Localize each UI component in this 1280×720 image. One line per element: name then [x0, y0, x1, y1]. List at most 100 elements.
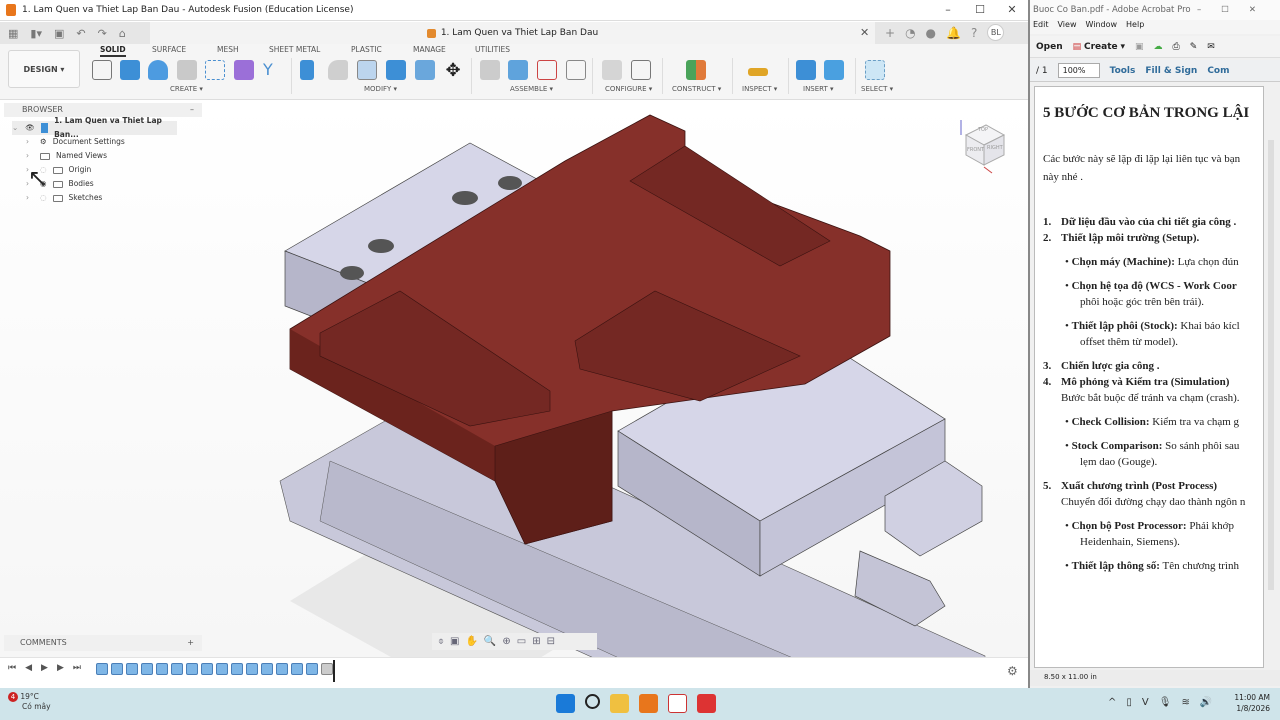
chevron-down-icon[interactable]: ⌄ — [12, 121, 19, 135]
group-configure[interactable]: CONFIGURE ▾ — [605, 85, 652, 93]
press-pull-icon[interactable] — [300, 60, 314, 80]
comments-panel[interactable]: COMMENTS + — [4, 635, 202, 651]
look-at-icon[interactable]: ▣ — [450, 636, 459, 647]
app-taskbar-icon[interactable] — [697, 694, 716, 713]
fill-sign-button[interactable]: Fill & Sign — [1145, 66, 1197, 76]
timeline-settings-icon[interactable]: ⚙ — [1007, 664, 1018, 678]
insert-derive-icon[interactable] — [796, 60, 816, 80]
tab-utilities[interactable]: UTILITIES — [475, 45, 510, 54]
hole-icon[interactable] — [177, 60, 197, 80]
workspace-switcher[interactable]: DESIGN ▾ — [8, 50, 80, 88]
open-button[interactable]: Open — [1036, 42, 1063, 52]
move-icon[interactable]: ✥ — [443, 60, 463, 81]
pattern-icon[interactable] — [205, 60, 225, 80]
viewcube-front[interactable]: FRONT — [967, 147, 984, 153]
eye-hidden-icon[interactable]: ◌ — [40, 191, 47, 205]
group-create[interactable]: CREATE ▾ — [170, 85, 203, 93]
save-icon[interactable]: ▣ — [1135, 42, 1144, 52]
group-construct[interactable]: CONSTRUCT ▾ — [672, 85, 721, 93]
eye-icon[interactable]: 👁 — [25, 121, 35, 135]
fillet-icon[interactable] — [328, 60, 348, 80]
revolve-icon[interactable] — [148, 60, 168, 80]
tab-mesh[interactable]: MESH — [217, 45, 239, 54]
group-insert[interactable]: INSERT ▾ — [803, 85, 834, 93]
help-icon[interactable]: ? — [971, 26, 977, 40]
browser-root[interactable]: ⌄ 👁 1. Lam Quen va Thiet Lap Ban... — [12, 116, 177, 139]
bom-icon[interactable] — [566, 60, 586, 80]
browser-item-sketches[interactable]: › ◌ Sketches — [12, 191, 177, 205]
group-inspect[interactable]: INSPECT ▾ — [742, 85, 777, 93]
clock[interactable]: 11:00 AM 1/8/2026 — [1226, 692, 1270, 714]
joint-icon[interactable] — [480, 60, 500, 80]
viewcube-top[interactable]: TOP — [978, 127, 988, 133]
apps-grid-icon[interactable]: ▦ — [8, 27, 18, 40]
fit-icon[interactable]: ⊕ — [502, 636, 510, 647]
save-icon[interactable]: ▣ — [54, 27, 64, 40]
new-tab-icon[interactable]: + — [885, 26, 895, 40]
create-sketch-icon[interactable] — [92, 60, 112, 80]
menu-help[interactable]: Help — [1126, 20, 1144, 34]
close-button[interactable]: ✕ — [996, 0, 1028, 20]
file-explorer-icon[interactable] — [610, 694, 629, 713]
file-menu-icon[interactable]: ▮▾ — [30, 27, 42, 40]
scrollbar[interactable] — [1268, 140, 1274, 590]
step-back-icon[interactable]: ◀ — [25, 663, 32, 673]
combine-icon[interactable] — [386, 60, 406, 80]
form-icon[interactable]: Y — [263, 60, 283, 80]
group-modify[interactable]: MODIFY ▾ — [364, 85, 397, 93]
redo-icon[interactable]: ↷ — [98, 27, 107, 40]
edit-icon[interactable]: ✎ — [1190, 42, 1198, 52]
measure-icon[interactable] — [748, 68, 768, 76]
offset-plane-icon[interactable] — [686, 60, 706, 80]
menu-view[interactable]: View — [1058, 20, 1077, 34]
collapse-icon[interactable]: – — [190, 103, 194, 117]
create-button[interactable]: ▤ Create ▾ — [1073, 42, 1125, 52]
tab-solid[interactable]: SOLID — [100, 45, 126, 57]
timeline-marker[interactable] — [333, 660, 335, 682]
tab-plastic[interactable]: PLASTIC — [351, 45, 382, 54]
insert-image-icon[interactable] — [824, 60, 844, 80]
as-built-joint-icon[interactable] — [537, 60, 557, 80]
start-icon[interactable] — [556, 694, 575, 713]
notification-icon[interactable]: 🔔 — [946, 26, 961, 40]
viewports-icon[interactable]: ⊟ — [547, 636, 555, 647]
assemble-new-component-icon[interactable] — [508, 60, 528, 80]
acrobat-window-controls[interactable]: –☐✕ — [1197, 0, 1276, 20]
menu-edit[interactable]: Edit — [1033, 20, 1049, 34]
close-tab-icon[interactable]: ✕ — [860, 26, 869, 39]
browser-item-named-views[interactable]: › Named Views — [12, 149, 177, 163]
viewcube-right[interactable]: RIGHT — [987, 145, 1003, 151]
undo-icon[interactable]: ↶ — [76, 27, 85, 40]
menu-window[interactable]: Window — [1085, 20, 1117, 34]
home-icon[interactable]: ⌂ — [119, 27, 126, 40]
go-start-icon[interactable]: ⏮ — [8, 663, 16, 673]
usb-icon[interactable]: ▯ — [1126, 697, 1132, 708]
go-end-icon[interactable]: ⏭ — [73, 663, 81, 673]
document-tab[interactable]: 1. Lam Quen va Thiet Lap Ban Dau — [150, 22, 875, 44]
display-settings-icon[interactable]: ▭ — [517, 636, 526, 647]
comment-button[interactable]: Com — [1207, 66, 1229, 76]
step-forward-icon[interactable]: ▶ — [57, 663, 64, 673]
timeline-features[interactable] — [96, 663, 333, 675]
play-icon[interactable]: ▶ — [41, 663, 48, 673]
grid-icon[interactable]: ⊞ — [532, 636, 540, 647]
tab-surface[interactable]: SURFACE — [152, 45, 186, 54]
add-comment-icon[interactable]: + — [187, 635, 194, 651]
group-assemble[interactable]: ASSEMBLE ▾ — [510, 85, 553, 93]
wifi-icon[interactable]: ≋ — [1181, 697, 1189, 708]
viewcube[interactable]: TOP FRONT RIGHT — [958, 115, 1008, 175]
configure-icon[interactable] — [602, 60, 622, 80]
zoom-icon[interactable]: 🔍 — [484, 636, 496, 647]
tray-chevron-icon[interactable]: ^ — [1108, 697, 1116, 708]
split-body-icon[interactable] — [415, 60, 435, 80]
new-component-icon[interactable] — [234, 60, 254, 80]
search-icon[interactable] — [585, 694, 600, 709]
microphone-icon[interactable]: 🎙 — [1159, 697, 1172, 708]
minimize-button[interactable]: – — [932, 0, 964, 20]
tools-button[interactable]: Tools — [1110, 66, 1136, 76]
shell-icon[interactable] — [357, 60, 377, 80]
acrobat-taskbar-icon[interactable] — [668, 694, 687, 713]
pan-icon[interactable]: ✋ — [465, 636, 477, 647]
weather-widget[interactable]: 4 19°C Có mây — [8, 692, 51, 712]
fusion-taskbar-icon[interactable] — [639, 694, 658, 713]
